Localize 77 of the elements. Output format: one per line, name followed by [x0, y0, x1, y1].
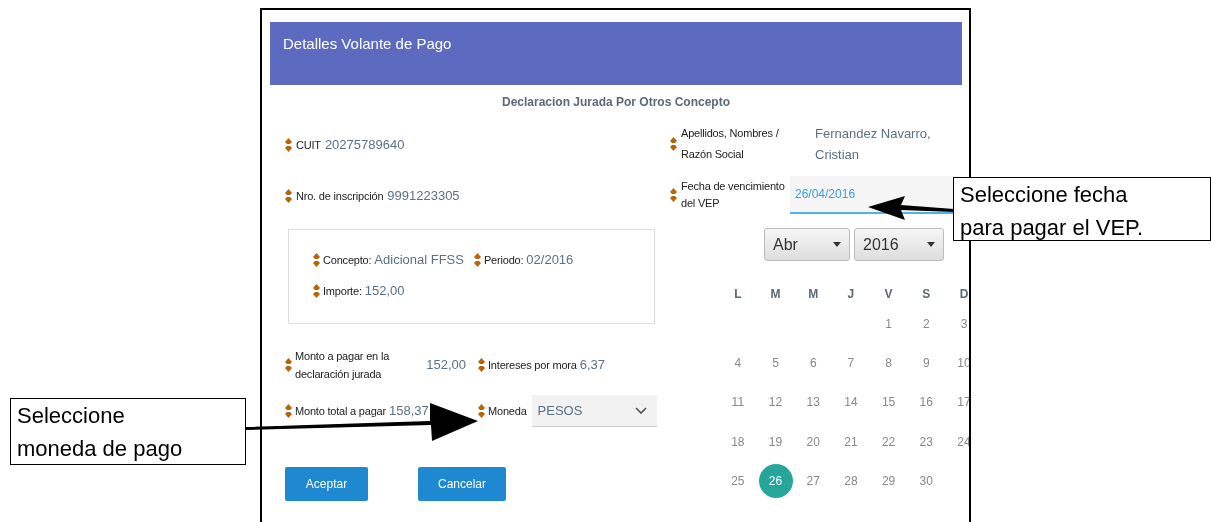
calendar-day[interactable]: 26 [758, 464, 793, 499]
month-select[interactable]: Abr [764, 228, 850, 261]
field-value: 152,00 [425, 356, 466, 374]
field-label: Intereses por mora [488, 358, 577, 373]
calendar-day[interactable]: 1 [871, 306, 906, 341]
field-label: Fecha de vencimiento del VEP [681, 179, 786, 211]
sort-icon [313, 284, 320, 298]
accept-button[interactable]: Aceptar [285, 467, 368, 501]
calendar-day[interactable]: 21 [833, 424, 868, 459]
sort-icon [473, 253, 481, 267]
field-label: Monto a pagar en la declaración jurada [295, 349, 391, 382]
sort-icon [313, 253, 320, 267]
callout-note: Seleccione moneda de pago [10, 398, 246, 465]
dialog-title: Detalles Volante de Pago [283, 35, 452, 52]
field-label: Importe: [323, 284, 362, 299]
calendar-day[interactable]: 5 [758, 346, 793, 381]
calendar-day[interactable]: 27 [796, 464, 831, 499]
field-value: 9991223305 [387, 187, 460, 205]
field-label: Nro. de inscripción [296, 189, 384, 204]
field-value: 152,00 [364, 282, 405, 300]
calendar-day[interactable]: 4 [720, 346, 755, 381]
calendar-day[interactable]: 16 [909, 385, 944, 420]
field-label: Concepto: [323, 253, 372, 268]
field-label: Apellidos, Nombres / Razón Social [681, 126, 780, 162]
calendar-day[interactable]: 22 [871, 424, 906, 459]
calendar-day[interactable]: 29 [871, 464, 906, 499]
field-value: 20275789640 [324, 136, 405, 154]
sort-icon [285, 138, 292, 152]
caret-icon [927, 242, 935, 247]
sort-icon [285, 189, 292, 203]
calendar-day[interactable]: 23 [909, 424, 944, 459]
calendar-day[interactable]: 8 [871, 346, 906, 381]
calendar-day[interactable]: 15 [871, 385, 906, 420]
calendar-day[interactable]: 6 [796, 346, 831, 381]
calendar-day[interactable]: 20 [796, 424, 831, 459]
weekday-label: J [847, 287, 855, 301]
calendar-day[interactable]: 3 [946, 306, 969, 341]
field-value: Adicional FFSS [374, 251, 464, 269]
calendar-day[interactable]: 11 [720, 385, 755, 420]
calendar-day[interactable]: 14 [833, 385, 868, 420]
calendar-day[interactable]: 19 [758, 424, 793, 459]
chevron-down-icon [634, 406, 647, 415]
calendar-day[interactable]: 30 [909, 464, 944, 499]
field-value: 158,37 [389, 402, 429, 420]
weekday-label: L [734, 287, 742, 301]
callout-note: Seleccione fecha para pagar el VEP. [953, 177, 1211, 241]
weekday-label: D [959, 287, 969, 301]
year-select[interactable]: 2016 [854, 228, 944, 261]
field-label: Periodo: [483, 253, 524, 268]
field-label: Monto total a pagar [295, 404, 386, 419]
sort-icon [285, 358, 292, 372]
calendar-day[interactable]: 25 [720, 464, 755, 499]
field-value: 02/2016 [526, 251, 574, 269]
sort-icon [478, 404, 485, 418]
field-label: Moneda [488, 404, 527, 419]
form-subtitle: Declaracion Jurada Por Otros Concepto [500, 95, 732, 109]
currency-select[interactable]: PESOS [531, 395, 657, 427]
calendar-day[interactable]: 9 [909, 346, 944, 381]
weekday-label: M [808, 287, 819, 301]
caret-icon [833, 242, 841, 247]
calendar-day[interactable]: 13 [796, 385, 831, 420]
sort-icon [670, 137, 677, 151]
field-value: Fernandez Navarro, Cristian [815, 125, 932, 164]
calendar-day[interactable]: 12 [758, 385, 793, 420]
sort-icon [670, 188, 677, 202]
field-label: CUIT [296, 138, 321, 153]
calendar-day[interactable]: 28 [833, 464, 868, 499]
weekday-label: M [770, 287, 781, 301]
sort-icon [285, 404, 292, 418]
cancel-button[interactable]: Cancelar [418, 467, 506, 501]
field-value: 6,37 [579, 356, 606, 374]
weekday-label: V [884, 287, 893, 301]
calendar-day[interactable]: 2 [909, 306, 944, 341]
calendar-day[interactable]: 18 [720, 424, 755, 459]
weekday-label: S [922, 287, 931, 301]
sort-icon [478, 358, 485, 372]
calendar-day[interactable]: 7 [833, 346, 868, 381]
